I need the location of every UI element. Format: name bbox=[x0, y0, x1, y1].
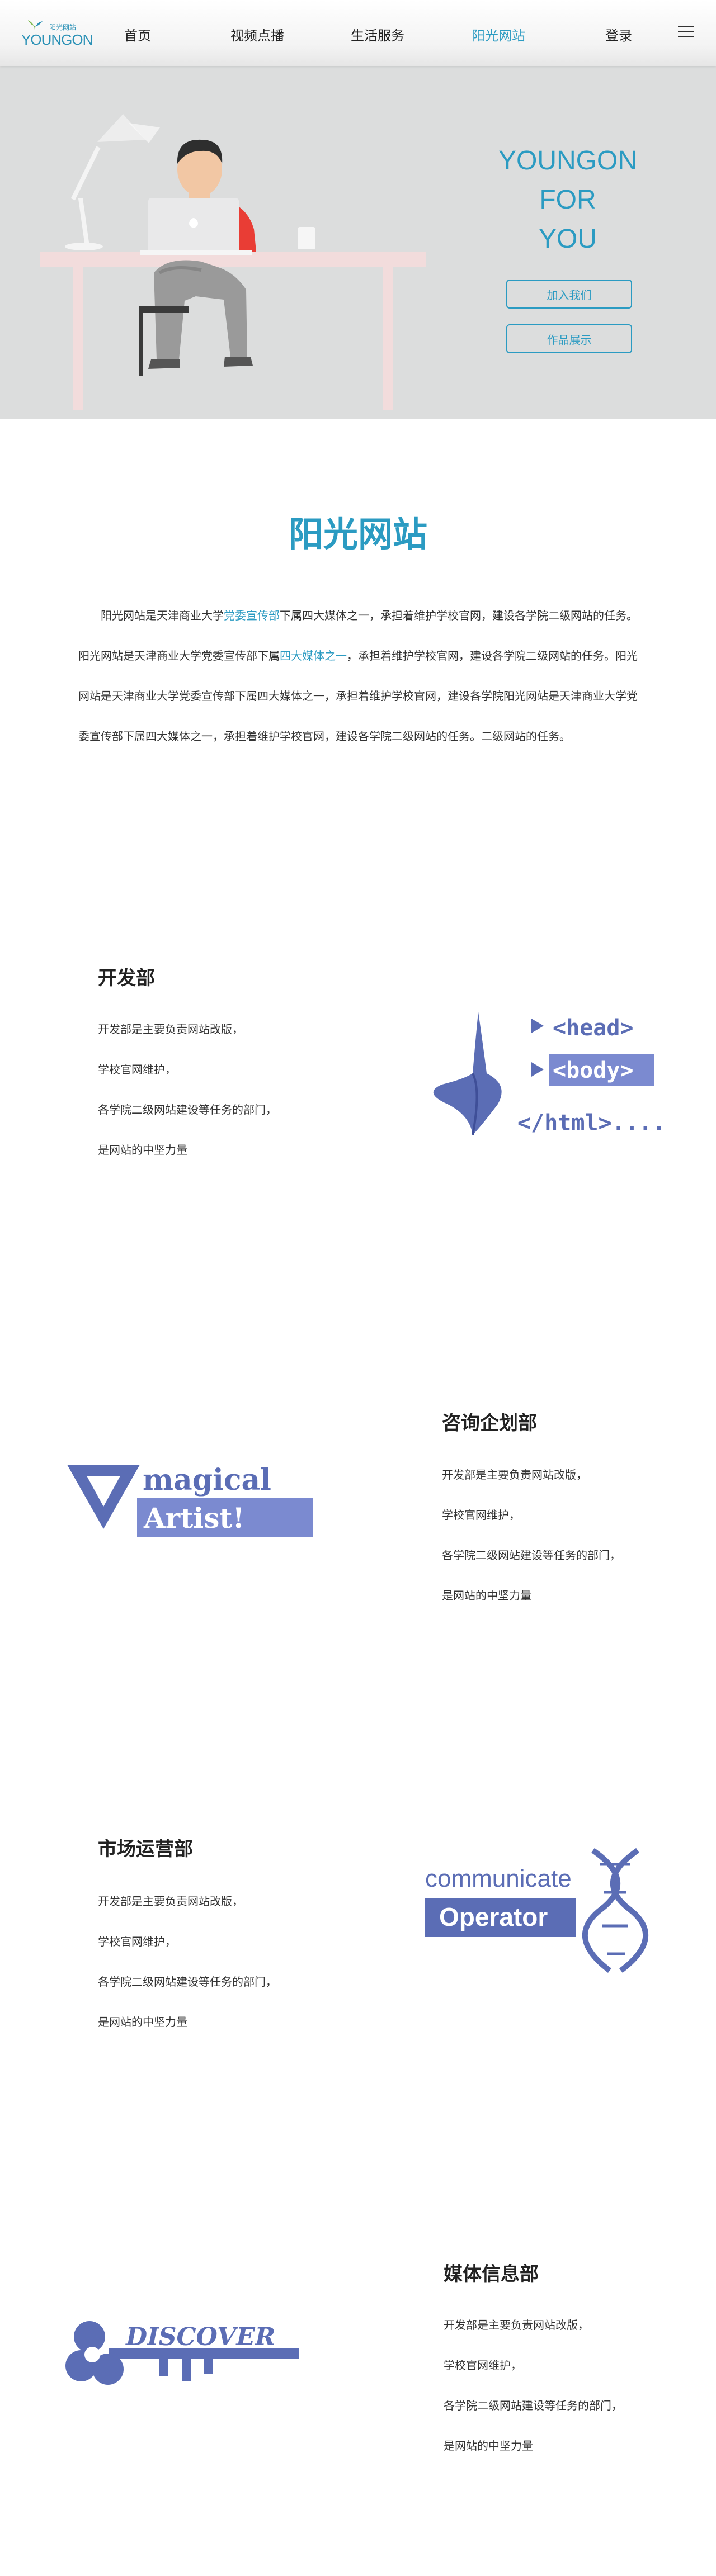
intro-text-segment: ，承担着维护学校官网，建设各学院二级网站的任务。阳光网站是天津商业大学党委宣传部… bbox=[78, 649, 638, 743]
nav-item-life-services[interactable]: 生活服务 bbox=[351, 25, 404, 44]
sprout-icon bbox=[28, 20, 43, 30]
dept-description-line: 各学院二级网站建设等任务的部门， bbox=[444, 2399, 623, 2412]
magical-artist-illustration: magical Artist! bbox=[67, 1463, 313, 1537]
dept-description-line: 各学院二级网站建设等任务的部门， bbox=[98, 1975, 277, 1988]
art-text-html: </html>.... bbox=[517, 1110, 666, 1136]
hero-slogan: YOUNGON FOR YOU bbox=[475, 141, 660, 259]
section-title: 阳光网站 bbox=[288, 514, 427, 555]
dept-description-line: 开发部是主要负责网站改版， bbox=[98, 1022, 243, 1036]
hero-slogan-line: YOU bbox=[538, 224, 597, 254]
logo-chinese-text: 阳光网站 bbox=[49, 23, 77, 31]
dept-title-development: 开发部 bbox=[98, 967, 155, 989]
menu-icon[interactable] bbox=[678, 26, 694, 38]
dept-description-line: 各学院二级网站建设等任务的部门， bbox=[442, 1549, 621, 1562]
art-text-operator: Operator bbox=[439, 1902, 548, 1931]
dept-description-line: 开发部是主要负责网站改版， bbox=[98, 1895, 243, 1908]
art-text-body: <body> bbox=[553, 1058, 634, 1083]
nav-item-sunshine-site[interactable]: 阳光网站 bbox=[472, 25, 525, 44]
dept-description-line: 是网站的中坚力量 bbox=[98, 2015, 187, 2029]
dept-title-media: 媒体信息部 bbox=[444, 2263, 539, 2285]
dept-description-line: 各学院二级网站建设等任务的部门， bbox=[98, 1103, 277, 1116]
dept-description-line: 学校官网维护， bbox=[444, 2359, 522, 2372]
art-text-magical: magical bbox=[143, 1463, 271, 1497]
dept-description-line: 学校官网维护， bbox=[98, 1063, 176, 1076]
top-navbar: 阳光网站 YOUNGON 首页 视频点播 生活服务 阳光网站 登录 bbox=[0, 0, 716, 66]
logo-english-text: YOUNGON bbox=[21, 31, 93, 48]
communicate-operator-illustration: communicate Operator bbox=[425, 1848, 649, 1973]
art-text-communicate: communicate bbox=[425, 1865, 572, 1892]
intro-paragraph: 阳光网站是天津商业大学党委宣传部下属四大媒体之一，承担着维护学校官网，建设各学院… bbox=[78, 595, 638, 756]
dept-description-line: 是网站的中坚力量 bbox=[444, 2439, 533, 2452]
dept-description-line: 是网站的中坚力量 bbox=[98, 1143, 187, 1157]
intro-highlight-link[interactable]: 党委宣传部 bbox=[224, 609, 280, 622]
nav-item-login[interactable]: 登录 bbox=[605, 25, 632, 44]
dept-description-line: 开发部是主要负责网站改版， bbox=[444, 2318, 589, 2332]
nav-item-home[interactable]: 首页 bbox=[124, 25, 151, 44]
site-logo[interactable]: 阳光网站 YOUNGON bbox=[21, 18, 93, 49]
art-text-head: <head> bbox=[553, 1015, 634, 1041]
portfolio-button[interactable]: 作品展示 bbox=[506, 324, 632, 353]
dept-description-line: 开发部是主要负责网站改版， bbox=[442, 1468, 587, 1481]
dept-title-marketing: 市场运营部 bbox=[98, 1838, 193, 1860]
intro-text-segment: 阳光网站是天津商业大学 bbox=[101, 609, 224, 622]
hero-slogan-line: YOUNGON bbox=[498, 146, 637, 176]
dept-description-line: 学校官网维护， bbox=[442, 1508, 520, 1522]
intro-highlight-link[interactable]: 四大媒体之一 bbox=[280, 649, 347, 662]
join-us-button[interactable]: 加入我们 bbox=[506, 280, 632, 309]
discover-key-illustration: DISCOVER bbox=[65, 2321, 299, 2385]
dept-title-consulting: 咨询企划部 bbox=[442, 1412, 537, 1434]
hero-slogan-line: FOR bbox=[539, 185, 596, 215]
desk-lamp-icon bbox=[65, 114, 160, 250]
dept-description-line: 学校官网维护， bbox=[98, 1935, 176, 1948]
dept-description-line: 是网站的中坚力量 bbox=[442, 1589, 531, 1602]
art-text-artist: Artist! bbox=[143, 1502, 244, 1535]
nav-item-video[interactable]: 视频点播 bbox=[230, 25, 284, 44]
developer-at-desk-illustration bbox=[40, 114, 426, 410]
code-spinning-top-illustration: <head> <body> </html>.... bbox=[433, 1012, 666, 1136]
art-text-discover: DISCOVER bbox=[125, 2323, 275, 2351]
hero-banner: YOUNGON FOR YOU 加入我们 作品展示 bbox=[0, 66, 716, 419]
